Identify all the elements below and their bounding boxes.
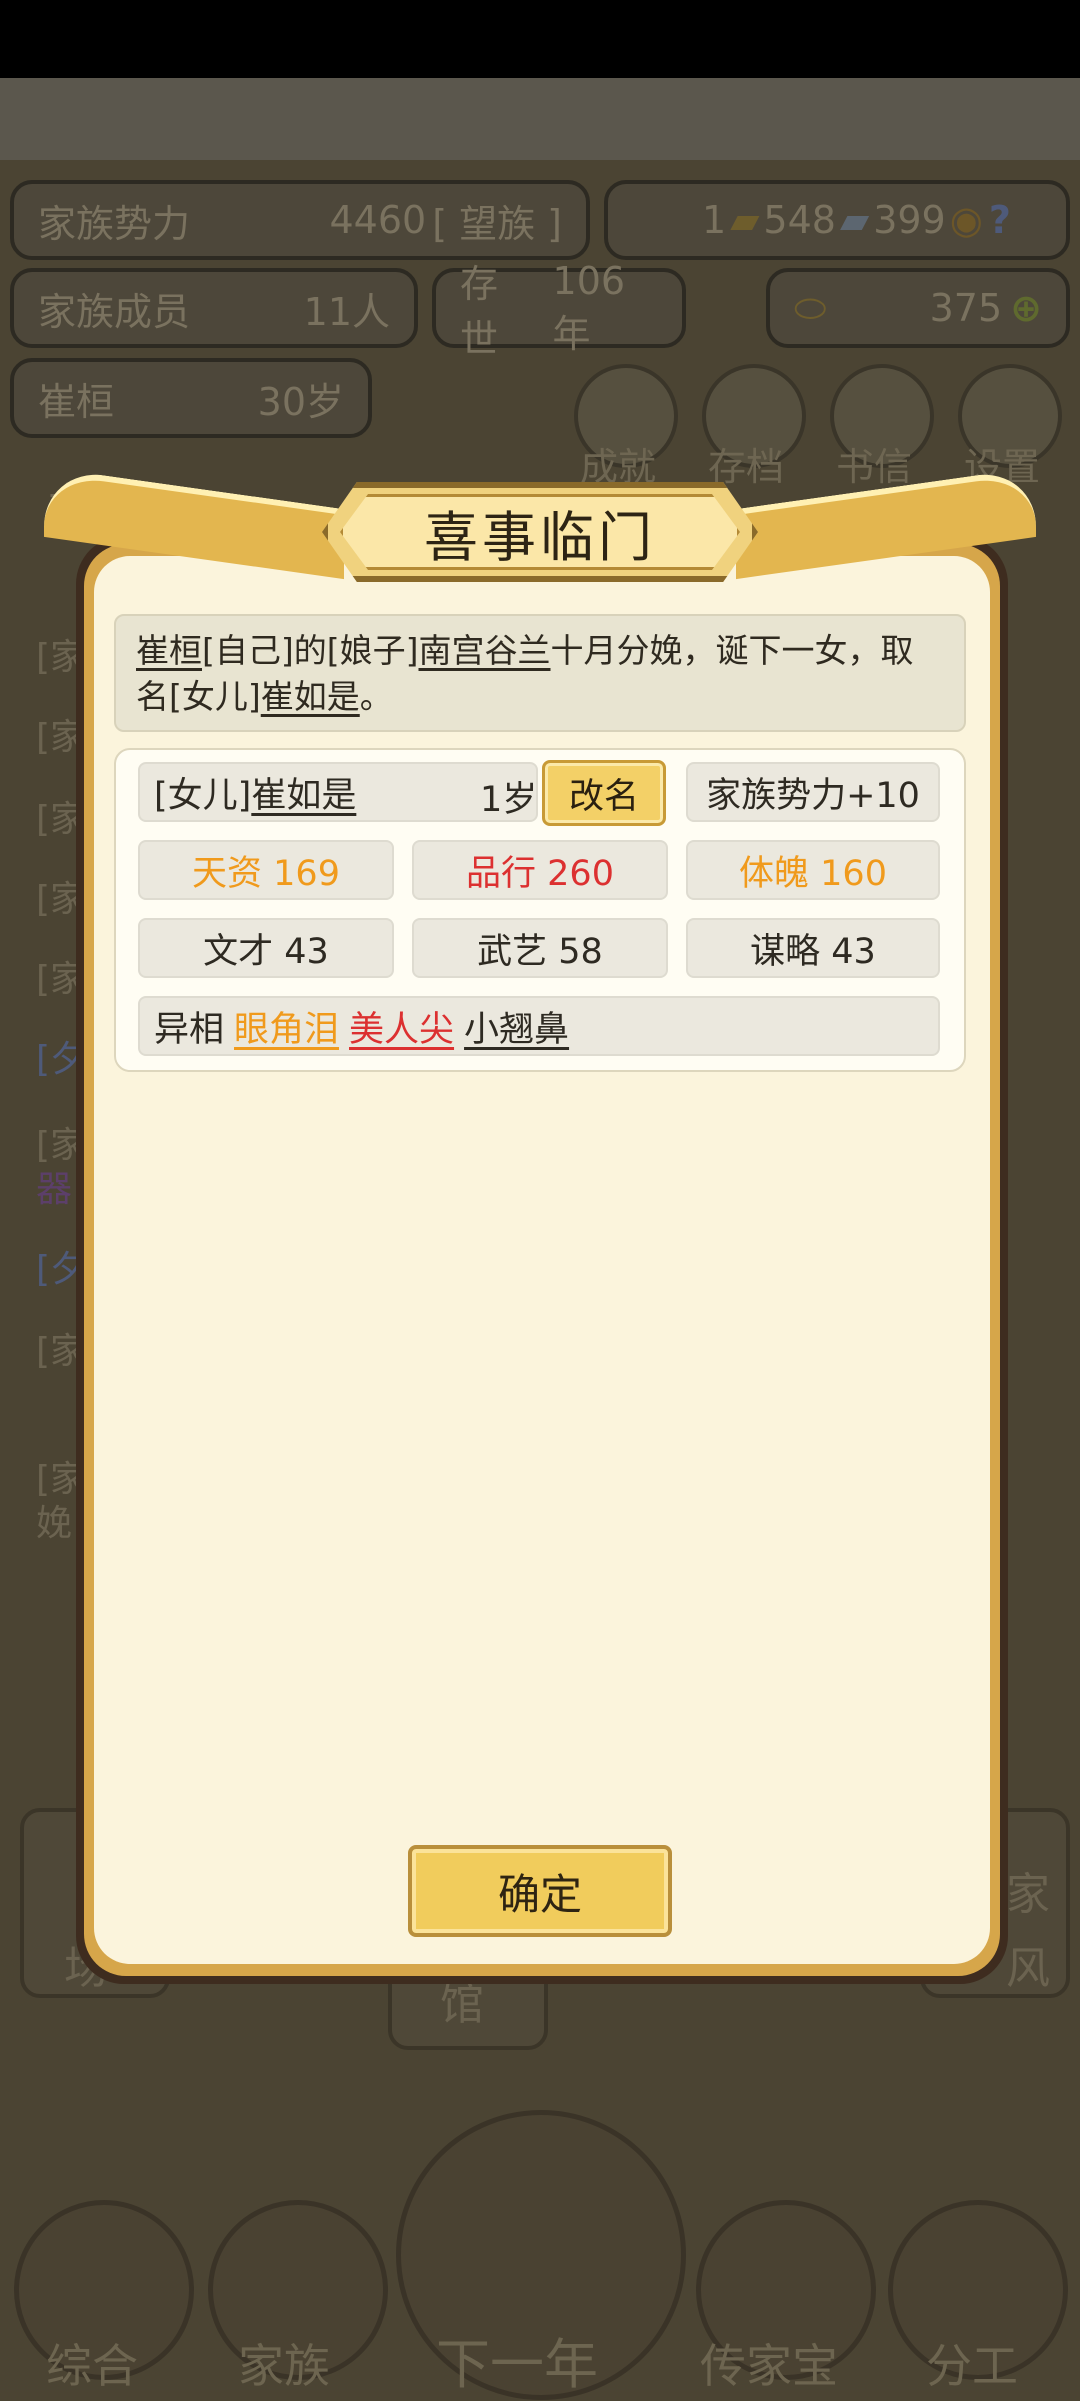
event-message: 崔桓[自己]的[娘子]南宫谷兰十月分娩，诞下一女，取名[女儿]崔如是。	[114, 614, 966, 732]
nav-general[interactable]: 综合	[46, 2330, 138, 2396]
child-name-link: 崔如是	[260, 677, 360, 716]
attr-physique: 体魄 160	[686, 840, 940, 900]
coin-count: 399	[873, 198, 946, 242]
head-name: 崔桓	[38, 379, 115, 424]
message-text: 。	[359, 677, 393, 716]
confirm-button[interactable]: 确定	[408, 1845, 672, 1937]
ingot-icon: ⬭	[794, 285, 827, 330]
clan-power-value: 4460	[329, 198, 427, 242]
members-value: 11人	[303, 289, 390, 334]
ingots-panel: ⬭ 375 ⊕	[766, 268, 1070, 348]
nav-assign[interactable]: 分工	[926, 2330, 1018, 2396]
log-line: 器	[36, 1169, 73, 1210]
child-relation: [女儿]	[154, 775, 252, 816]
trait-item[interactable]: 美人尖	[349, 1001, 454, 1052]
head-panel: 崔桓 30岁	[10, 358, 372, 438]
clan-age-value: 106年	[552, 258, 626, 356]
clan-power-rank: [ 望族 ]	[432, 201, 562, 246]
dialog-title: 喜事临门	[340, 494, 740, 570]
message-text: [自己]的[娘子]	[202, 631, 419, 670]
add-ingots-icon[interactable]: ⊕	[1010, 286, 1042, 330]
attr-talent: 天资 169	[138, 840, 394, 900]
top-strip	[0, 78, 1080, 160]
menu-letters[interactable]: 书信	[836, 436, 912, 491]
clan-power-panel: 家族势力 4460 [ 望族 ]	[10, 180, 590, 260]
resources-panel: 1 ▰ 548 ▰ 399 ◉ ?	[604, 180, 1070, 260]
gold-bar-icon: ▰	[730, 198, 760, 242]
rename-button[interactable]: 改名	[542, 760, 666, 826]
silver-count: 548	[763, 198, 836, 242]
ingots-value: 375	[929, 286, 1003, 330]
trait-item[interactable]: 小翘鼻	[464, 1001, 569, 1052]
child-age: 1岁	[480, 780, 538, 820]
attr-strategy: 谋略 43	[686, 918, 940, 978]
clan-age-panel: 存世 106年	[432, 259, 686, 361]
status-bar	[0, 0, 1080, 78]
members-label: 家族成员	[38, 289, 191, 334]
attr-literary: 文才 43	[138, 918, 394, 978]
father-name: 崔桓	[136, 631, 202, 670]
nav-heirloom[interactable]: 传家宝	[700, 2330, 838, 2396]
child-name: 崔如是	[251, 775, 357, 816]
help-icon[interactable]: ?	[989, 198, 1011, 242]
traits-label: 异相	[154, 1009, 225, 1050]
coin-icon: ◉	[949, 198, 983, 242]
gold-bar-count: 1	[702, 198, 727, 242]
members-panel: 家族成员 11人	[10, 268, 418, 348]
power-bonus: 家族势力+10	[686, 762, 940, 822]
traits-row: 异相 眼角泪 美人尖 小翘鼻	[138, 996, 940, 1056]
nav-clan[interactable]: 家族	[238, 2330, 330, 2396]
mother-name: 南宫谷兰	[418, 631, 551, 670]
log-line: 娩	[36, 1503, 73, 1544]
nav-next-year[interactable]: 下一年	[436, 2320, 598, 2399]
attr-virtue: 品行 260	[412, 840, 668, 900]
head-age: 30岁	[257, 379, 344, 424]
attr-martial: 武艺 58	[412, 918, 668, 978]
clan-age-label: 存世	[460, 262, 499, 361]
trait-item[interactable]: 眼角泪	[234, 1001, 339, 1052]
child-name-cell: [女儿] 崔如是	[138, 762, 538, 822]
side-button-label: 家	[1006, 1869, 1050, 1920]
side-button-label: 风	[1006, 1943, 1050, 1994]
silver-bar-icon: ▰	[839, 198, 870, 242]
clan-power-label: 家族势力	[38, 201, 191, 246]
